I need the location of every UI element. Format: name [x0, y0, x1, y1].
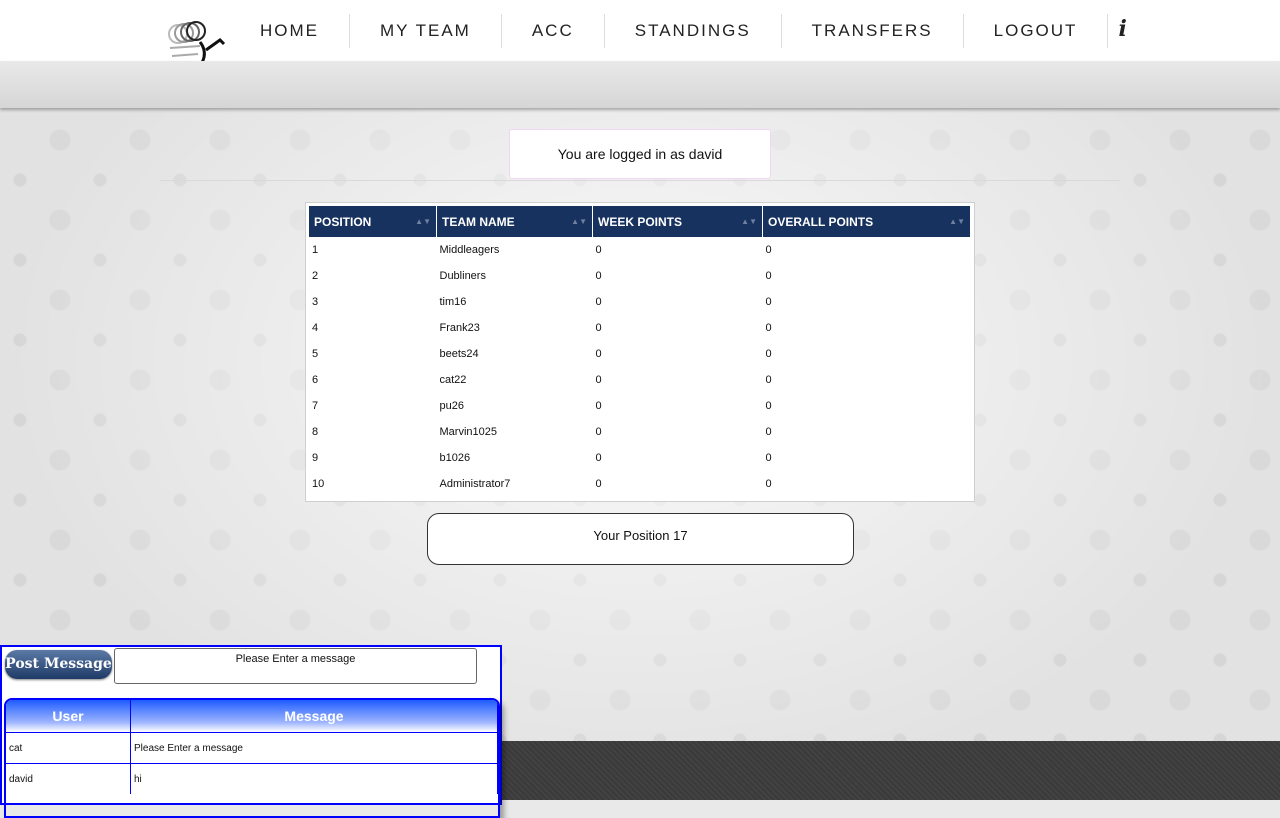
message-row: david hi	[6, 763, 498, 794]
cell-overall-points: 0	[765, 426, 772, 438]
cell-message: Please Enter a message	[130, 732, 498, 764]
cell-overall-points: 0	[765, 452, 772, 464]
cell-week-points: 0	[595, 374, 602, 386]
cell-position: 3	[312, 296, 319, 308]
cell-team-name: Frank23	[439, 322, 480, 334]
nav-my-team[interactable]: MY TEAM	[350, 13, 502, 48]
table-row: 6 cat22 0 0	[309, 367, 971, 393]
column-header-week-points[interactable]: WEEK POINTS ▲▼	[592, 206, 763, 237]
cell-week-points: 0	[595, 478, 602, 490]
table-row: 10 Administrator7 0 0	[309, 471, 971, 497]
cell-overall-points: 0	[765, 244, 772, 256]
cell-position: 1	[312, 244, 319, 256]
cell-week-points: 0	[595, 426, 602, 438]
cell-team-name: Administrator7	[439, 478, 511, 490]
table-row: 2 Dubliners 0 0	[309, 263, 971, 289]
nav-standings[interactable]: STANDINGS	[605, 13, 782, 48]
cell-week-points: 0	[595, 322, 602, 334]
divider	[160, 180, 1120, 181]
info-icon[interactable]: i	[1108, 14, 1136, 48]
standings-body: 1 Middleagers 0 0 2 Dubliners 0 0 3 tim16 0 0 4 Fr…	[309, 237, 971, 497]
cell-team-name: tim16	[439, 296, 467, 308]
column-header-position[interactable]: POSITION ▲▼	[309, 206, 437, 237]
column-header-team-name[interactable]: TEAM NAME ▲▼	[436, 206, 593, 237]
cell-position: 7	[312, 400, 319, 412]
cell-team-name: Marvin1025	[439, 426, 497, 438]
column-header-user: User	[6, 700, 131, 733]
post-message-button[interactable]: Post Message	[5, 650, 112, 679]
login-status: You are logged in as david	[509, 129, 771, 179]
table-row: 4 Frank23 0 0	[309, 315, 971, 341]
sort-icon: ▲▼	[415, 217, 431, 226]
cell-user: david	[6, 763, 131, 794]
cell-week-points: 0	[595, 348, 602, 360]
cell-position: 5	[312, 348, 319, 360]
sort-icon: ▲▼	[741, 217, 757, 226]
sub-header-bar	[0, 61, 1280, 108]
message-row: cat Please Enter a message	[6, 732, 498, 764]
nav-acc[interactable]: ACC	[502, 13, 605, 48]
cell-overall-points: 0	[765, 478, 772, 490]
chat-panel: Post Message Please Enter a message User…	[0, 645, 502, 818]
message-input[interactable]: Please Enter a message	[114, 648, 477, 684]
nav-logout[interactable]: LOGOUT	[964, 13, 1109, 48]
cell-team-name: beets24	[439, 348, 479, 360]
table-row: 1 Middleagers 0 0	[309, 237, 971, 263]
message-table-container: User Message cat Please Enter a message d…	[4, 698, 500, 818]
cell-team-name: b1026	[439, 452, 471, 464]
cell-overall-points: 0	[765, 374, 772, 386]
message-table: User Message cat Please Enter a message d…	[6, 700, 498, 794]
cell-overall-points: 0	[765, 296, 772, 308]
cell-team-name: pu26	[439, 400, 464, 412]
cell-overall-points: 0	[765, 348, 772, 360]
nav-home[interactable]: HOME	[230, 13, 350, 48]
sort-icon: ▲▼	[571, 217, 587, 226]
cell-week-points: 0	[595, 296, 602, 308]
top-navbar: HOME MY TEAM ACC STANDINGS TRANSFERS LOG…	[0, 0, 1280, 81]
cell-team-name: Middleagers	[439, 244, 500, 256]
cell-team-name: Dubliners	[439, 270, 486, 282]
cell-week-points: 0	[595, 270, 602, 282]
table-row: 3 tim16 0 0	[309, 289, 971, 315]
table-row: 5 beets24 0 0	[309, 341, 971, 367]
cell-position: 2	[312, 270, 319, 282]
table-row: 9 b1026 0 0	[309, 445, 971, 471]
cell-week-points: 0	[595, 452, 602, 464]
column-header-overall-points[interactable]: OVERALL POINTS ▲▼	[762, 206, 971, 237]
cell-overall-points: 0	[765, 270, 772, 282]
cell-position: 4	[312, 322, 319, 334]
cell-message: hi	[130, 763, 498, 794]
cell-overall-points: 0	[765, 400, 772, 412]
cell-user: cat	[6, 732, 131, 764]
cell-position: 9	[312, 452, 319, 464]
cell-position: 8	[312, 426, 319, 438]
column-header-message: Message	[130, 700, 498, 733]
cell-position: 6	[312, 374, 319, 386]
standings-table: POSITION ▲▼ TEAM NAME ▲▼ WEEK POINTS ▲▼ OVE…	[309, 206, 971, 497]
table-row: 7 pu26 0 0	[309, 393, 971, 419]
nav-transfers[interactable]: TRANSFERS	[782, 13, 964, 48]
cell-overall-points: 0	[765, 322, 772, 334]
your-position-box: Your Position 17	[427, 513, 854, 565]
sort-icon: ▲▼	[949, 217, 965, 226]
main-nav: HOME MY TEAM ACC STANDINGS TRANSFERS LOG…	[230, 0, 1137, 61]
standings-table-container: POSITION ▲▼ TEAM NAME ▲▼ WEEK POINTS ▲▼ OVE…	[305, 202, 975, 502]
cell-week-points: 0	[595, 400, 602, 412]
table-row: 8 Marvin1025 0 0	[309, 419, 971, 445]
cell-position: 10	[312, 478, 325, 490]
cell-week-points: 0	[595, 244, 602, 256]
cell-team-name: cat22	[439, 374, 467, 386]
